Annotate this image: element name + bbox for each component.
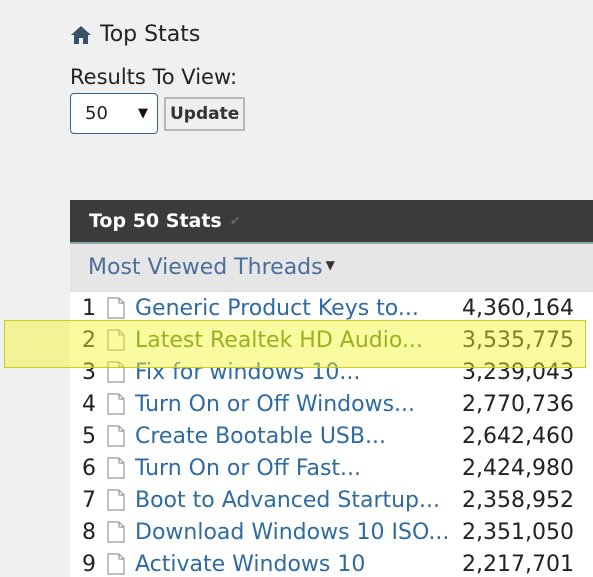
chevron-down-icon: ✔ <box>229 213 241 229</box>
view-count: 2,358,952 <box>462 487 574 513</box>
list-item: 9 Activate Windows 10 2,217,701 <box>70 548 593 577</box>
view-count: 2,642,460 <box>462 423 574 449</box>
document-icon <box>107 457 125 479</box>
document-icon <box>107 297 125 319</box>
thread-list: 1 Generic Product Keys to... 4,360,164 2 Lat… <box>70 292 593 577</box>
document-icon <box>107 361 125 383</box>
results-controls: 50 ▼ Update <box>70 93 246 134</box>
results-count-value: 50 <box>85 103 108 124</box>
results-to-view-label: Results To View: <box>70 65 238 89</box>
rank-number: 1 <box>82 295 96 321</box>
rank-number: 3 <box>82 359 96 385</box>
update-button[interactable]: Update <box>164 96 246 131</box>
list-item: 6 Turn On or Off Fast... 2,424,980 <box>70 452 593 484</box>
view-count: 2,424,980 <box>462 455 574 481</box>
list-item: 8 Download Windows 10 ISO... 2,351,050 <box>70 516 593 548</box>
list-item: 5 Create Bootable USB... 2,642,460 <box>70 420 593 452</box>
top-stats-panel: Top 50 Stats ✔ Most Viewed Threads ▼ 1 Ge… <box>70 200 593 577</box>
dropdown-caret-icon: ▼ <box>325 257 335 272</box>
results-count-select[interactable]: 50 ▼ <box>70 93 158 134</box>
document-icon <box>107 425 125 447</box>
view-count: 3,239,043 <box>462 359 574 385</box>
thread-link[interactable]: Activate Windows 10 <box>135 552 462 577</box>
document-icon <box>107 553 125 575</box>
document-icon <box>107 393 125 415</box>
thread-link[interactable]: Create Bootable USB... <box>135 424 462 449</box>
tab-most-viewed-threads[interactable]: Most Viewed Threads ▼ <box>70 244 593 292</box>
document-icon <box>107 329 125 351</box>
thread-link[interactable]: Boot to Advanced Startup... <box>135 488 462 513</box>
view-count: 4,360,164 <box>462 295 574 321</box>
thread-link[interactable]: Generic Product Keys to... <box>135 296 462 321</box>
rank-number: 2 <box>82 327 96 353</box>
document-icon <box>107 521 125 543</box>
view-count: 2,770,736 <box>462 391 574 417</box>
thread-link[interactable]: Download Windows 10 ISO... <box>135 520 462 545</box>
view-count: 2,217,701 <box>462 551 574 577</box>
list-item: 1 Generic Product Keys to... 4,360,164 <box>70 292 593 324</box>
rank-number: 5 <box>82 423 96 449</box>
tab-label: Most Viewed Threads <box>88 255 323 280</box>
rank-number: 9 <box>82 551 96 577</box>
rank-number: 6 <box>82 455 96 481</box>
view-count: 3,535,775 <box>462 327 574 353</box>
thread-link[interactable]: Turn On or Off Windows... <box>135 392 462 417</box>
document-icon <box>107 489 125 511</box>
breadcrumb: Top Stats <box>70 22 200 47</box>
thread-link[interactable]: Latest Realtek HD Audio... <box>135 328 462 353</box>
rank-number: 4 <box>82 391 96 417</box>
thread-link[interactable]: Turn On or Off Fast... <box>135 456 462 481</box>
chevron-down-icon: ▼ <box>138 106 148 121</box>
list-item: 4 Turn On or Off Windows... 2,770,736 <box>70 388 593 420</box>
list-item: 7 Boot to Advanced Startup... 2,358,952 <box>70 484 593 516</box>
rank-number: 8 <box>82 519 96 545</box>
thread-link[interactable]: Fix for windows 10... <box>135 360 462 385</box>
page-title: Top Stats <box>100 22 201 47</box>
rank-number: 7 <box>82 487 96 513</box>
list-item: 3 Fix for windows 10... 3,239,043 <box>70 356 593 388</box>
panel-header[interactable]: Top 50 Stats ✔ <box>70 200 593 244</box>
view-count: 2,351,050 <box>462 519 574 545</box>
home-icon[interactable] <box>70 25 92 45</box>
list-item: 2 Latest Realtek HD Audio... 3,535,775 <box>70 324 593 356</box>
panel-title: Top 50 Stats <box>89 210 222 232</box>
